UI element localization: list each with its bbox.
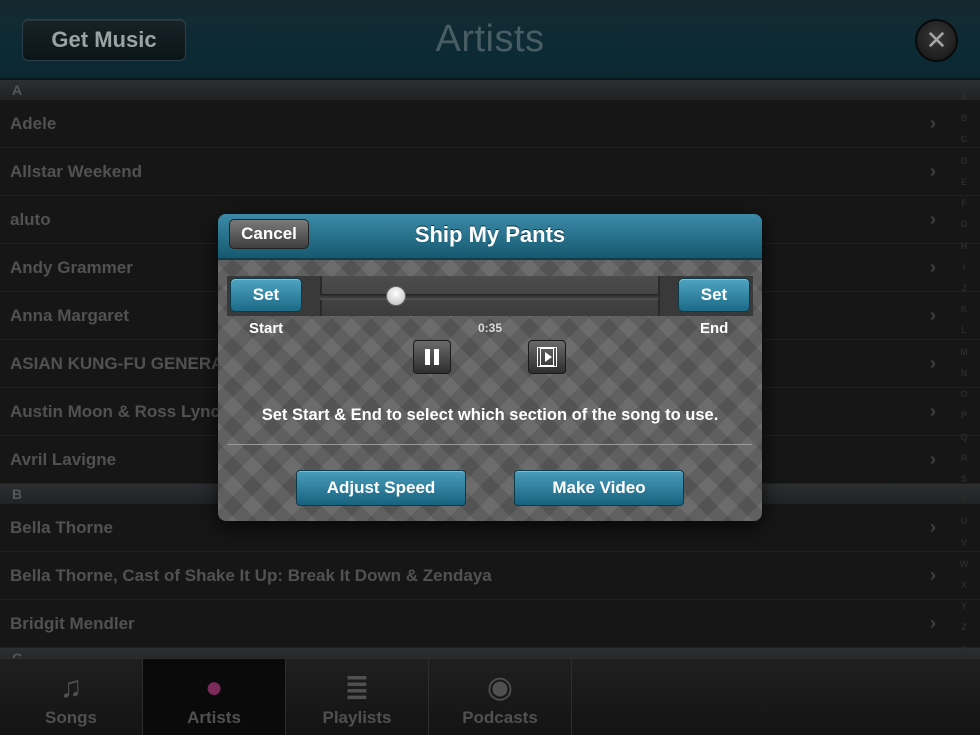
trim-song-dialog: Ship My Pants Cancel Set Set Start End 0… [218,214,762,521]
film-play-icon [537,347,557,367]
time-readout: 0:35 [477,321,503,335]
progress-track[interactable] [319,294,659,300]
dialog-header: Ship My Pants Cancel [218,214,762,260]
cancel-button[interactable]: Cancel [229,219,309,249]
set-start-button[interactable]: Set [230,278,302,312]
pause-button[interactable] [413,340,451,374]
adjust-speed-button[interactable]: Adjust Speed [296,470,466,506]
divider [228,444,752,445]
pause-icon [425,349,439,365]
make-video-button[interactable]: Make Video [514,470,684,506]
preview-video-button[interactable] [528,340,566,374]
set-end-button[interactable]: Set [678,278,750,312]
instructions-text: Set Start & End to select which section … [261,406,719,424]
playhead-thumb[interactable] [386,286,406,306]
